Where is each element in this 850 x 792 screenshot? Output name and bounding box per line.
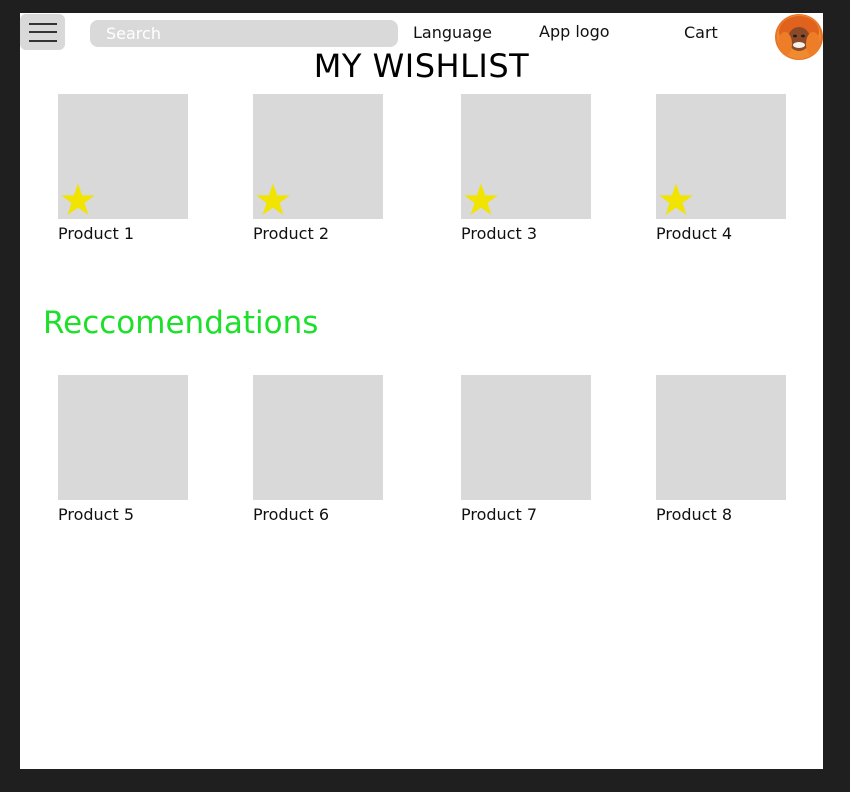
product-image-placeholder (461, 94, 591, 219)
star-icon[interactable] (254, 181, 292, 219)
product-name: Product 8 (656, 505, 733, 524)
product-name: Product 4 (656, 224, 733, 243)
search-input[interactable] (90, 20, 398, 47)
product-image-placeholder (253, 375, 383, 500)
page-title: MY WISHLIST (313, 47, 530, 85)
language-selector[interactable]: Language (413, 23, 492, 42)
cart-link[interactable]: Cart (684, 23, 718, 42)
product-name: Product 6 (253, 505, 330, 524)
product-image-placeholder (58, 94, 188, 219)
recommendations-heading: Reccomendations (43, 305, 319, 341)
hamburger-menu-button[interactable] (20, 14, 65, 50)
wishlist-product-card[interactable]: Product 3 (461, 94, 591, 243)
recommended-product-card[interactable]: Product 7 (461, 375, 591, 524)
product-image-placeholder (253, 94, 383, 219)
product-name: Product 1 (58, 224, 135, 243)
product-name: Product 7 (461, 505, 538, 524)
product-name: Product 5 (58, 505, 135, 524)
hamburger-line (29, 31, 57, 33)
wishlist-product-card[interactable]: Product 1 (58, 94, 188, 243)
hamburger-line (29, 40, 57, 42)
recommended-product-card[interactable]: Product 8 (656, 375, 786, 524)
recommended-product-card[interactable]: Product 6 (253, 375, 383, 524)
product-name: Product 3 (461, 224, 538, 243)
recommended-product-card[interactable]: Product 5 (58, 375, 188, 524)
app-frame: Language App logo Cart MY WISHLIST Produ… (20, 13, 823, 769)
app-logo[interactable]: App logo (539, 22, 610, 41)
star-icon[interactable] (657, 181, 695, 219)
product-name: Product 2 (253, 224, 330, 243)
product-image-placeholder (656, 375, 786, 500)
star-icon[interactable] (462, 181, 500, 219)
product-image-placeholder (461, 375, 591, 500)
product-image-placeholder (58, 375, 188, 500)
product-image-placeholder (656, 94, 786, 219)
wishlist-product-card[interactable]: Product 2 (253, 94, 383, 243)
wishlist-product-card[interactable]: Product 4 (656, 94, 786, 243)
hamburger-menu-icon (29, 23, 57, 25)
star-icon[interactable] (59, 181, 97, 219)
